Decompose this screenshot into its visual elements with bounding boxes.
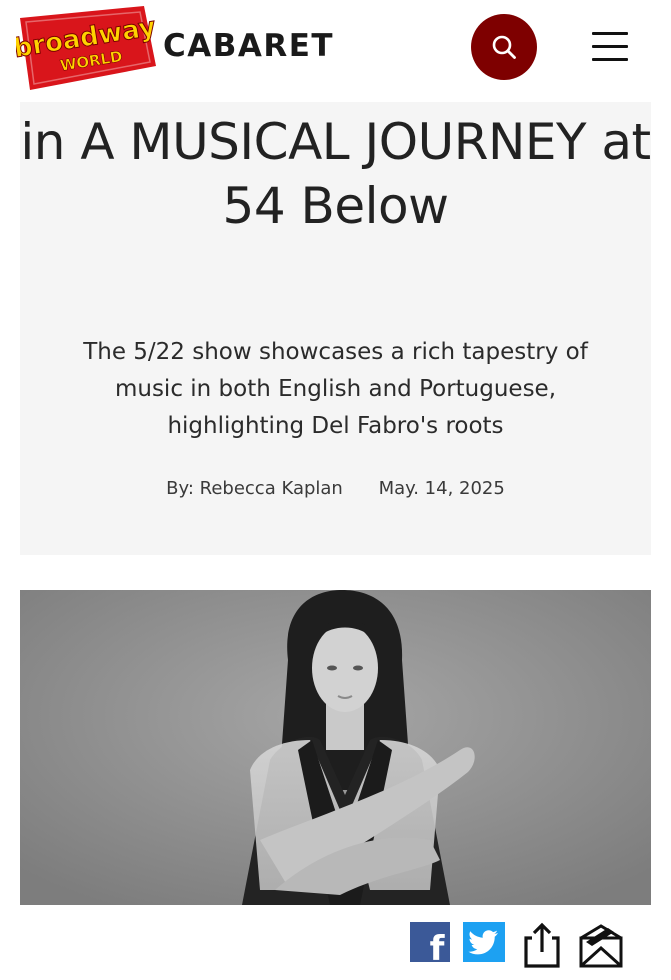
section-title[interactable]: CABARET <box>163 28 334 64</box>
facebook-letter: f <box>430 929 446 962</box>
email-share-button[interactable] <box>578 922 624 968</box>
article-subhead: The 5/22 show showcases a rich tapestry … <box>83 339 588 439</box>
hamburger-menu-icon <box>592 45 628 48</box>
search-icon <box>492 35 516 59</box>
hamburger-menu-icon <box>592 32 628 35</box>
search-button[interactable] <box>471 14 537 80</box>
article-header-card: Fabro Returns to Cabaret in A MUSICAL JO… <box>20 58 651 555</box>
broadwayworld-logo[interactable]: broadway WORLD <box>11 6 158 90</box>
email-icon <box>579 924 623 968</box>
hamburger-menu-icon <box>592 58 628 61</box>
performer-photo <box>20 590 651 905</box>
menu-button[interactable] <box>592 32 628 62</box>
share-icon <box>524 922 560 968</box>
facebook-share-button[interactable]: f <box>410 922 450 969</box>
article-photo[interactable] <box>20 590 651 905</box>
byline-prefix: By: <box>166 478 200 499</box>
publish-date: May. 14, 2025 <box>378 478 505 499</box>
site-header: broadway WORLD CABARET <box>0 0 671 102</box>
twitter-icon <box>463 922 505 962</box>
facebook-icon: f <box>410 922 450 969</box>
byline: By: Rebecca Kaplan May. 14, 2025 <box>20 478 651 499</box>
author-link[interactable]: Rebecca Kaplan <box>200 478 343 499</box>
broadwayworld-logo-graphic: broadway WORLD <box>11 6 158 90</box>
twitter-share-button[interactable] <box>463 922 505 966</box>
share-button[interactable] <box>522 922 562 968</box>
